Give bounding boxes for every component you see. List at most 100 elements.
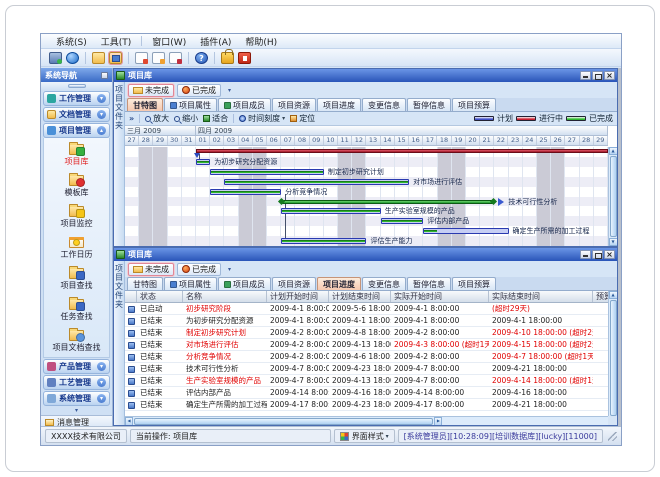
- pin-icon[interactable]: [101, 72, 108, 79]
- zoom-in-button[interactable]: 放大: [145, 113, 169, 124]
- tab-gantt-6[interactable]: 暂停信息: [407, 98, 451, 111]
- menu-item-3[interactable]: 插件(A): [193, 34, 238, 49]
- column-header-6[interactable]: 预算: [593, 291, 608, 302]
- gantt-task-bar[interactable]: [281, 238, 366, 244]
- restore-button[interactable]: [592, 250, 603, 259]
- sidebar-overflow[interactable]: ▾: [41, 406, 112, 415]
- tab-gantt-5[interactable]: 变更信息: [362, 98, 406, 111]
- tab-table-5[interactable]: 变更信息: [362, 277, 406, 290]
- sidebar-item-5[interactable]: 任务查找: [44, 295, 109, 326]
- menu-item-2[interactable]: 窗口(W): [145, 34, 193, 49]
- column-header-2[interactable]: 计划开始时间: [267, 291, 329, 302]
- folder-icon[interactable]: [92, 52, 105, 64]
- locate-button[interactable]: 定位: [290, 113, 315, 124]
- gantt-task-bar[interactable]: [210, 189, 281, 195]
- web-icon[interactable]: [66, 52, 79, 64]
- report-del-icon[interactable]: [169, 52, 182, 64]
- scroll-down-arrow[interactable]: ▼: [609, 238, 618, 246]
- gantt-chart[interactable]: 为初步研究分配资源制定初步研究计划对市场进行评估分析竞争情况技术可行性分析生产实…: [125, 147, 608, 246]
- table-row-2[interactable]: 已结束制定初步研究计划2009-4-2 8:00:002009-4-8 18:0…: [125, 327, 608, 339]
- lock-icon[interactable]: [221, 52, 234, 64]
- sidebar-group-1[interactable]: 文档管理▾: [43, 107, 110, 122]
- scroll-thumb[interactable]: [134, 418, 433, 425]
- sidebar-item-2[interactable]: 项目监控: [44, 202, 109, 233]
- gantt-vertical-scrollbar[interactable]: ▲ ▼: [608, 147, 617, 246]
- table-row-8[interactable]: 已结束确定生产所需的加工过程2009-4-17 8:00:002009-4-23…: [125, 399, 608, 411]
- table-horizontal-scrollbar[interactable]: ◀ ▶: [125, 416, 608, 425]
- column-header-0[interactable]: 状态: [137, 291, 183, 302]
- ui-style-selector[interactable]: 界面样式 ▾: [334, 429, 395, 443]
- close-button[interactable]: [604, 71, 615, 80]
- table-row-1[interactable]: 已结束为初步研究分配资源2009-4-1 8:00:002009-4-1 18:…: [125, 315, 608, 327]
- gantt-summary-bar[interactable]: [281, 200, 494, 204]
- computer-icon[interactable]: [49, 52, 62, 64]
- gantt-task-bar[interactable]: [381, 218, 424, 224]
- sidebar-group-4[interactable]: 工艺管理▾: [43, 375, 110, 390]
- chevron-down-icon[interactable]: ▾: [97, 110, 106, 119]
- restore-button[interactable]: [592, 71, 603, 80]
- column-header-3[interactable]: 计划结束时间: [329, 291, 391, 302]
- tab-gantt-4[interactable]: 项目进度: [317, 98, 361, 111]
- exit-icon[interactable]: [238, 52, 251, 64]
- scroll-up-arrow[interactable]: ▲: [609, 291, 618, 299]
- column-header-1[interactable]: 名称: [183, 291, 267, 302]
- close-button[interactable]: [604, 250, 615, 259]
- tab-table-4[interactable]: 项目进度: [317, 277, 361, 290]
- filter-complete-button[interactable]: 已完成: [177, 84, 221, 97]
- sidebar-item-3[interactable]: 工作日历: [44, 233, 109, 264]
- filter-overflow-button[interactable]: ▾: [226, 266, 233, 273]
- tab-gantt-0[interactable]: 甘特图: [127, 98, 163, 111]
- fit-button[interactable]: 适合: [203, 113, 228, 124]
- filter-overflow-button[interactable]: ▾: [226, 87, 233, 94]
- resize-grip[interactable]: [608, 432, 617, 441]
- report-red-icon[interactable]: [135, 52, 148, 64]
- help-icon[interactable]: [195, 52, 208, 64]
- sidebar-group-3[interactable]: 产品管理▾: [43, 359, 110, 374]
- gantt-window-titlebar[interactable]: 项目库: [114, 69, 617, 82]
- gantt-task-bar[interactable]: [210, 169, 324, 175]
- table-row-4[interactable]: 已结束分析竞争情况2009-4-2 8:00:002009-4-6 18:00:…: [125, 351, 608, 363]
- sidebar-item-6[interactable]: 项目文档查找: [44, 326, 109, 357]
- tab-gantt-3[interactable]: 项目资源: [272, 98, 316, 111]
- sidebar-group-5[interactable]: 系统管理▾: [43, 391, 110, 406]
- chevron-down-icon[interactable]: ▾: [97, 378, 106, 387]
- chevron-down-icon[interactable]: ▾: [97, 94, 106, 103]
- table-window-titlebar[interactable]: 项目库: [114, 248, 617, 261]
- tab-table-1[interactable]: 项目属性: [164, 277, 217, 290]
- sidebar-collapse-strip[interactable]: [41, 82, 112, 90]
- tab-table-6[interactable]: 暂停信息: [407, 277, 451, 290]
- scroll-left-arrow[interactable]: ◀: [125, 417, 133, 426]
- chevron-down-icon[interactable]: ▾: [97, 394, 106, 403]
- sidebar-item-1[interactable]: 模板库: [44, 171, 109, 202]
- tab-gantt-7[interactable]: 项目预算: [452, 98, 496, 111]
- gantt-task-bar[interactable]: [224, 179, 409, 185]
- folder-window-icon[interactable]: [109, 52, 122, 64]
- scroll-up-arrow[interactable]: ▲: [609, 147, 618, 155]
- sidebar-group-0[interactable]: 工作管理▾: [43, 91, 110, 106]
- sidebar-item-0[interactable]: 项目库: [44, 140, 109, 171]
- scroll-right-arrow[interactable]: ▶: [434, 417, 442, 426]
- minimize-button[interactable]: [580, 71, 591, 80]
- tab-table-0[interactable]: 甘特图: [127, 277, 163, 290]
- table-row-7[interactable]: 已结束评估内部产品2009-4-14 8:00:002009-4-16 18:0…: [125, 387, 608, 399]
- scroll-thumb[interactable]: [610, 156, 617, 237]
- side-strip-project-folder[interactable]: 项目文件夹: [114, 82, 125, 246]
- table-row-0[interactable]: 已启动初步研究阶段2009-4-1 8:00:002009-5-6 18:00:…: [125, 303, 608, 315]
- sidebar-group-2[interactable]: 项目管理▴: [43, 123, 110, 138]
- menu-item-4[interactable]: 帮助(H): [238, 34, 284, 49]
- minimize-button[interactable]: [580, 250, 591, 259]
- tab-table-7[interactable]: 项目预算: [452, 277, 496, 290]
- timescale-button[interactable]: 时间刻度▾: [239, 113, 285, 124]
- table-row-3[interactable]: 已结束对市场进行评估2009-4-2 8:00:002009-4-13 18:0…: [125, 339, 608, 351]
- gantt-task-bar[interactable]: [281, 208, 380, 214]
- tab-table-2[interactable]: 项目成员: [218, 277, 271, 290]
- gantt-project-bar[interactable]: [196, 149, 608, 153]
- tab-gantt-2[interactable]: 项目成员: [218, 98, 271, 111]
- side-strip-project-folder[interactable]: 项目文件夹: [114, 261, 125, 425]
- tab-gantt-1[interactable]: 项目属性: [164, 98, 217, 111]
- tab-table-3[interactable]: 项目资源: [272, 277, 316, 290]
- toolbar-overflow-button[interactable]: »: [129, 114, 134, 123]
- chevron-down-icon[interactable]: ▾: [97, 362, 106, 371]
- zoom-out-button[interactable]: 缩小: [174, 113, 198, 124]
- gantt-task-bar[interactable]: [196, 159, 210, 165]
